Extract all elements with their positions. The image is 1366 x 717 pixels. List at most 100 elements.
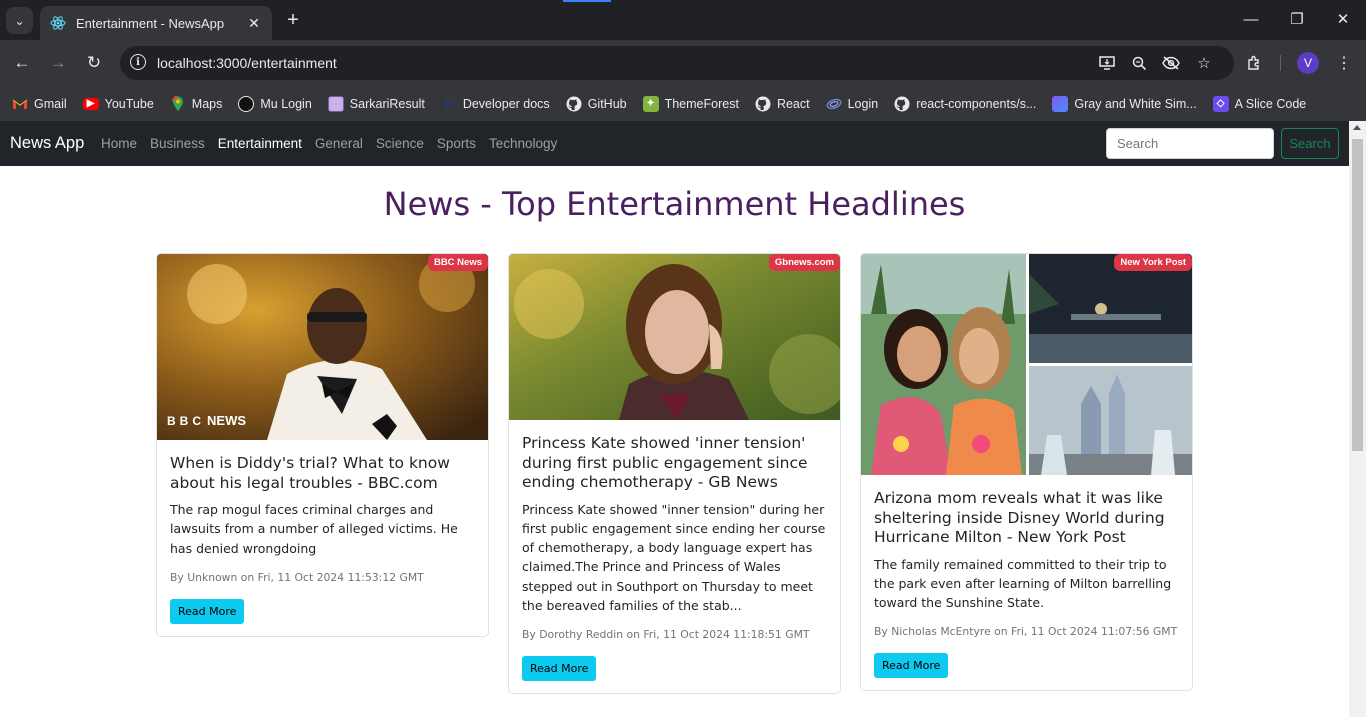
card-body: Arizona mom reveals what it was like she…	[861, 475, 1192, 690]
canva-icon	[1052, 95, 1069, 112]
star-icon[interactable]: ☆	[1194, 53, 1214, 73]
site-navbar: News App Home Business Entertainment Gen…	[0, 121, 1349, 166]
bookmark-label: Developer docs	[462, 96, 550, 111]
brand-link[interactable]: News App	[10, 134, 84, 153]
nav-link-home[interactable]: Home	[101, 136, 137, 151]
bookmark-themeforest[interactable]: ✦ ThemeForest	[642, 95, 739, 112]
browser-toolbar: ← → ↻ i localhost:3000/entertainment ☆ V…	[0, 40, 1366, 86]
bookmark-maps[interactable]: Maps	[170, 95, 222, 112]
card-meta: By Unknown on Fri, 11 Oct 2024 11:53:12 …	[170, 570, 424, 584]
bbc-letter-c: C	[192, 414, 201, 428]
bookmark-label: SarkariResult	[349, 96, 425, 111]
bookmark-label: A Slice Code	[1234, 96, 1307, 111]
news-image: New York Post	[861, 254, 1192, 475]
search-input[interactable]	[1106, 128, 1274, 159]
kebab-menu-icon[interactable]: ⋮	[1333, 52, 1355, 74]
card-meta: By Nicholas McEntyre on Fri, 11 Oct 2024…	[874, 625, 1178, 639]
bbc-news-word: NEWS	[207, 413, 246, 428]
slice-icon: ◇	[1212, 95, 1229, 112]
nav-link-entertainment[interactable]: Entertainment	[218, 136, 302, 151]
bookmark-react-components[interactable]: react-components/s...	[894, 96, 1036, 112]
bookmark-gmail[interactable]: Gmail	[12, 96, 67, 112]
eye-off-icon[interactable]	[1161, 53, 1181, 73]
maps-icon	[170, 95, 186, 112]
news-card: Gbnews.com Princess Kate showed 'inner t…	[508, 253, 841, 695]
bbc-letter-b1: B	[167, 414, 176, 428]
bookmark-github[interactable]: GitHub	[566, 96, 627, 112]
profile-avatar[interactable]: V	[1297, 52, 1319, 74]
extensions-puzzle-icon[interactable]	[1244, 52, 1266, 74]
github-icon	[894, 96, 910, 112]
card-body: When is Diddy's trial? What to know abou…	[157, 440, 488, 636]
news-card: B B C NEWS BBC News When is Diddy's trial? …	[156, 253, 489, 637]
card-meta: By Dorothy Reddin on Fri, 11 Oct 2024 11…	[522, 628, 810, 642]
nav-link-sports[interactable]: Sports	[437, 136, 476, 151]
bookmark-youtube[interactable]: ▶ YouTube	[82, 96, 154, 111]
bookmark-react[interactable]: React	[755, 96, 810, 112]
nav-link-general[interactable]: General	[315, 136, 363, 151]
source-badge: Gbnews.com	[768, 254, 840, 271]
read-more-button[interactable]: Read More	[170, 598, 245, 624]
new-tab-plus-icon[interactable]: +	[282, 9, 304, 31]
reload-icon[interactable]: ↻	[83, 52, 105, 74]
bookmark-login[interactable]: Login	[826, 96, 879, 112]
themeforest-icon: ✦	[642, 95, 659, 112]
scroll-thumb[interactable]	[1352, 139, 1363, 451]
nav-link-science[interactable]: Science	[376, 136, 424, 151]
mu-icon	[238, 95, 255, 112]
chevron-down-icon: ⌄	[14, 13, 25, 28]
card-description: Princess Kate showed "inner tension" dur…	[522, 501, 826, 613]
close-icon[interactable]: ✕	[246, 15, 262, 32]
paypal-icon: P	[444, 96, 453, 111]
source-badge: BBC News	[427, 254, 488, 271]
address-bar[interactable]: i localhost:3000/entertainment ☆	[120, 46, 1234, 80]
tab-accent-line	[563, 0, 611, 2]
card-description: The family remained committed to their t…	[874, 556, 1172, 611]
bookmark-mu-login[interactable]: Mu Login	[238, 95, 312, 112]
page-scrollbar[interactable]	[1349, 121, 1366, 717]
page-viewport: News App Home Business Entertainment Gen…	[0, 121, 1349, 717]
bookmark-gray-and-white[interactable]: Gray and White Sim...	[1052, 95, 1197, 112]
news-card: New York Post Arizona mom reveals what i…	[860, 253, 1193, 692]
bookmark-label: Login	[847, 96, 879, 111]
tab-search-menu-button[interactable]: ⌄	[6, 7, 33, 34]
bookmark-label: ThemeForest	[664, 96, 739, 111]
sarkari-icon	[327, 95, 344, 112]
toolbar-divider	[1280, 55, 1281, 71]
window-close-icon[interactable]: ✕	[1333, 10, 1353, 30]
restore-icon[interactable]: ❐	[1287, 10, 1307, 30]
url-text[interactable]: localhost:3000/entertainment	[157, 55, 337, 71]
youtube-icon: ▶	[82, 97, 99, 110]
bookmark-label: Gmail	[34, 96, 67, 111]
read-more-button[interactable]: Read More	[522, 656, 597, 682]
bookmark-a-slice-code[interactable]: ◇ A Slice Code	[1212, 95, 1307, 112]
forward-arrow-icon[interactable]: →	[47, 52, 69, 74]
scroll-up-arrow-icon[interactable]	[1353, 125, 1361, 130]
install-app-icon[interactable]	[1097, 53, 1117, 73]
site-info-icon[interactable]: i	[130, 54, 146, 70]
minimize-icon[interactable]: —	[1241, 10, 1261, 30]
bookmark-developer-docs[interactable]: P Developer docs	[441, 96, 550, 112]
bookmark-sarkariresult[interactable]: SarkariResult	[327, 95, 425, 112]
zoom-icon[interactable]	[1129, 53, 1149, 73]
bookmark-label: react-components/s...	[916, 96, 1037, 111]
card-title: Arizona mom reveals what it was like she…	[874, 489, 1165, 546]
nav-link-technology[interactable]: Technology	[489, 136, 557, 151]
nav-link-business[interactable]: Business	[150, 136, 205, 151]
back-arrow-icon[interactable]: ←	[11, 52, 33, 74]
card-title: When is Diddy's trial? What to know abou…	[170, 454, 450, 492]
card-title: Princess Kate showed 'inner tension' dur…	[522, 434, 808, 491]
bbc-letter-b2: B	[180, 414, 189, 428]
bbc-watermark: B B C NEWS	[167, 413, 246, 428]
github-icon	[755, 96, 771, 112]
page-heading: News - Top Entertainment Headlines	[383, 185, 966, 223]
bookmark-label: YouTube	[104, 96, 154, 111]
tab-entertainment[interactable]: Entertainment - NewsApp ✕	[40, 6, 272, 40]
news-image: B B C NEWS BBC News	[157, 254, 488, 440]
bookmarks-bar: Gmail ▶ YouTube Maps Mu Login SarkariRes…	[0, 86, 1366, 121]
gmail-icon	[12, 96, 28, 112]
source-badge: New York Post	[1114, 254, 1192, 271]
read-more-button[interactable]: Read More	[874, 653, 949, 679]
browser-tabbar: ⌄ Entertainment - NewsApp ✕ + — ❐ ✕	[0, 0, 1366, 40]
search-button[interactable]: Search	[1281, 128, 1339, 159]
